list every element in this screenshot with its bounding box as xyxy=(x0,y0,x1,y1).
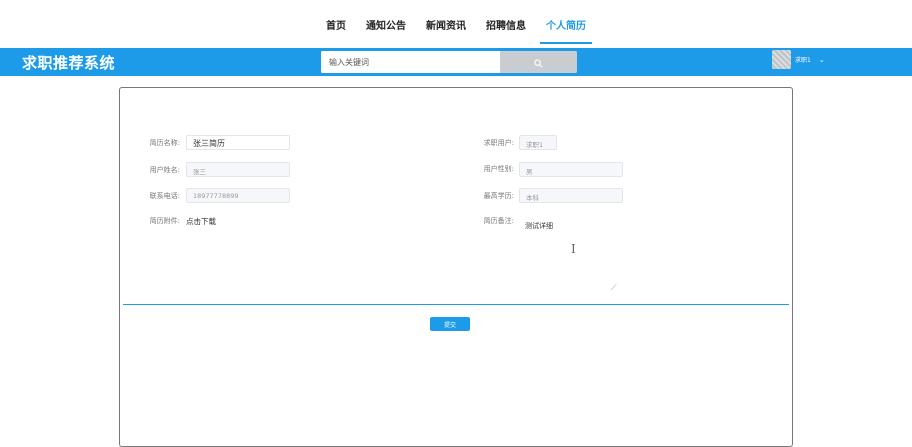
nav-news[interactable]: 新闻资讯 xyxy=(424,17,468,32)
user-name-label: 用户姓名: xyxy=(149,166,180,174)
user-name-field: 张三 xyxy=(186,162,290,177)
nav-notices[interactable]: 通知公告 xyxy=(364,17,408,32)
gender-field: 男 xyxy=(519,162,623,177)
phone-label: 联系电话: xyxy=(149,192,180,200)
chevron-down-icon: ⌄ xyxy=(818,55,825,64)
resume-card: 简历名称: 张三简历 用户姓名: 张三 联系电话: 18977778899 简历… xyxy=(119,87,793,447)
phone-field: 18977778899 xyxy=(186,188,290,203)
search-icon xyxy=(534,53,543,72)
form-divider xyxy=(123,304,789,305)
remarks-label: 简历备注: xyxy=(483,217,514,225)
resume-name-field[interactable]: 张三简历 xyxy=(186,135,290,150)
text-cursor-icon: I xyxy=(571,242,576,256)
resume-name-label: 简历名称: xyxy=(149,139,180,147)
education-field: 本科 xyxy=(519,188,623,203)
nav-resume[interactable]: 个人简历 xyxy=(540,17,592,44)
search-input[interactable] xyxy=(321,51,500,73)
user-menu[interactable]: 求职1 ⌄ xyxy=(772,50,825,69)
avatar xyxy=(772,50,791,69)
attachment-label: 简历附件: xyxy=(149,217,180,225)
search-box xyxy=(321,51,577,73)
download-link[interactable]: 点击下载 xyxy=(186,216,216,227)
header-bar: 求职推荐系统 求职1 ⌄ xyxy=(0,48,912,76)
resize-handle-icon[interactable]: ⟋ xyxy=(611,283,617,293)
nav-home[interactable]: 首页 xyxy=(324,17,348,32)
job-seeker-label: 求职用户: xyxy=(483,139,514,147)
brand-title: 求职推荐系统 xyxy=(22,54,116,72)
submit-button[interactable]: 提交 xyxy=(430,317,470,331)
remarks-textarea[interactable]: 测试详细 xyxy=(525,221,625,291)
job-seeker-field: 求职1 xyxy=(519,135,557,150)
nav-jobs[interactable]: 招聘信息 xyxy=(484,17,528,32)
gender-label: 用户性别: xyxy=(483,165,514,173)
search-button[interactable] xyxy=(500,51,577,73)
education-label: 最高学历: xyxy=(483,192,514,200)
username: 求职1 xyxy=(795,57,811,64)
top-nav: 首页 通知公告 新闻资讯 招聘信息 个人简历 xyxy=(0,0,912,48)
